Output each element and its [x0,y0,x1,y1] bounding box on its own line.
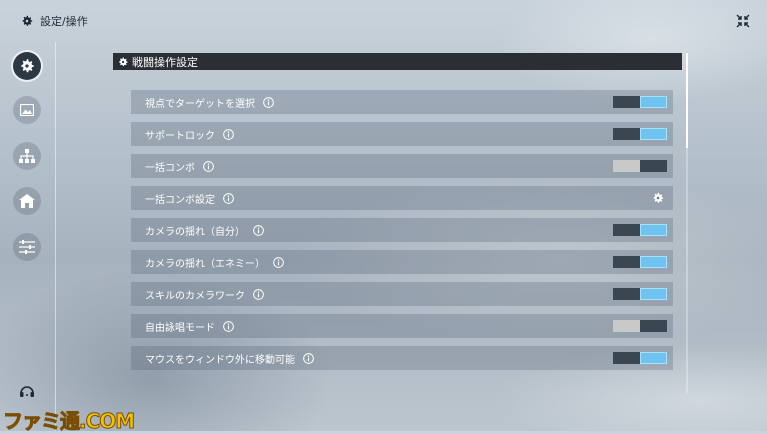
setting-label: カメラの揺れ（エネミー） [145,258,265,270]
setting-label: カメラの揺れ（自分） [145,226,245,238]
info-icon[interactable] [223,128,234,140]
info-icon[interactable] [203,160,214,172]
setting-row-camera-shake-self: カメラの揺れ（自分） [131,218,673,242]
top-bar: 設定/操作 [0,0,767,42]
toggle-switch[interactable] [613,288,667,300]
gear-icon [119,57,128,66]
setting-row-support-lock: サポートロック [131,122,673,146]
watermark-logo: ファミ通.COM [2,405,135,434]
window-title: 設定/操作 [40,15,88,28]
sidebar-item-home[interactable] [13,187,41,215]
setting-row-skill-camerawork: スキルのカメラワーク [131,282,673,306]
hierarchy-icon [19,149,35,163]
setting-label: 視点でターゲットを選択 [145,98,255,110]
window-title-group: 設定/操作 [20,13,88,29]
setting-row-target-by-view: 視点でターゲットを選択 [131,90,673,114]
toggle-switch[interactable] [613,96,667,108]
sidebar [0,42,55,431]
sliders-icon [19,240,35,254]
info-icon[interactable] [223,192,234,204]
toggle-switch[interactable] [613,160,667,172]
info-icon[interactable] [223,320,234,332]
sidebar-item-settings[interactable] [13,52,41,80]
collapse-icon[interactable] [735,13,751,29]
setting-label: スキルのカメラワーク [145,290,245,302]
gear-icon[interactable] [651,191,665,205]
setting-row-free-cast-mode: 自由詠唱モード [131,314,673,338]
sidebar-item-controls[interactable] [13,233,41,261]
image-icon [20,104,34,116]
setting-label: マウスをウィンドウ外に移動可能 [145,354,295,366]
info-icon[interactable] [263,96,274,108]
toggle-switch[interactable] [613,320,667,332]
sidebar-item-display[interactable] [13,96,41,124]
setting-label: サポートロック [145,130,215,142]
setting-row-camera-shake-enemy: カメラの揺れ（エネミー） [131,250,673,274]
section-title: 戦闘操作設定 [132,55,198,69]
watermark-text: ファミ通.COM [2,409,135,434]
setting-row-mouse-outside-window: マウスをウィンドウ外に移動可能 [131,346,673,370]
toggle-switch[interactable] [613,352,667,364]
info-icon[interactable] [303,352,314,364]
gear-icon [22,15,33,26]
info-icon[interactable] [273,256,284,268]
info-icon[interactable] [253,224,264,236]
sidebar-item-network[interactable] [13,142,41,170]
sidebar-divider [55,42,56,431]
toggle-switch[interactable] [613,256,667,268]
home-icon [19,194,35,208]
setting-label: 一括コンボ [145,162,195,174]
gear-icon [21,59,34,73]
setting-label: 自由詠唱モード [145,322,215,334]
scrollbar-thumb[interactable] [686,53,688,148]
setting-label: 一括コンボ設定 [145,194,215,206]
setting-row-bulk-combo: 一括コンボ [131,154,673,178]
toggle-switch[interactable] [613,224,667,236]
section-header: 戦闘操作設定 [113,53,682,70]
headset-icon[interactable] [19,384,35,400]
setting-row-bulk-combo-settings: 一括コンボ設定 [131,186,673,210]
info-icon[interactable] [253,288,264,300]
toggle-switch[interactable] [613,128,667,140]
